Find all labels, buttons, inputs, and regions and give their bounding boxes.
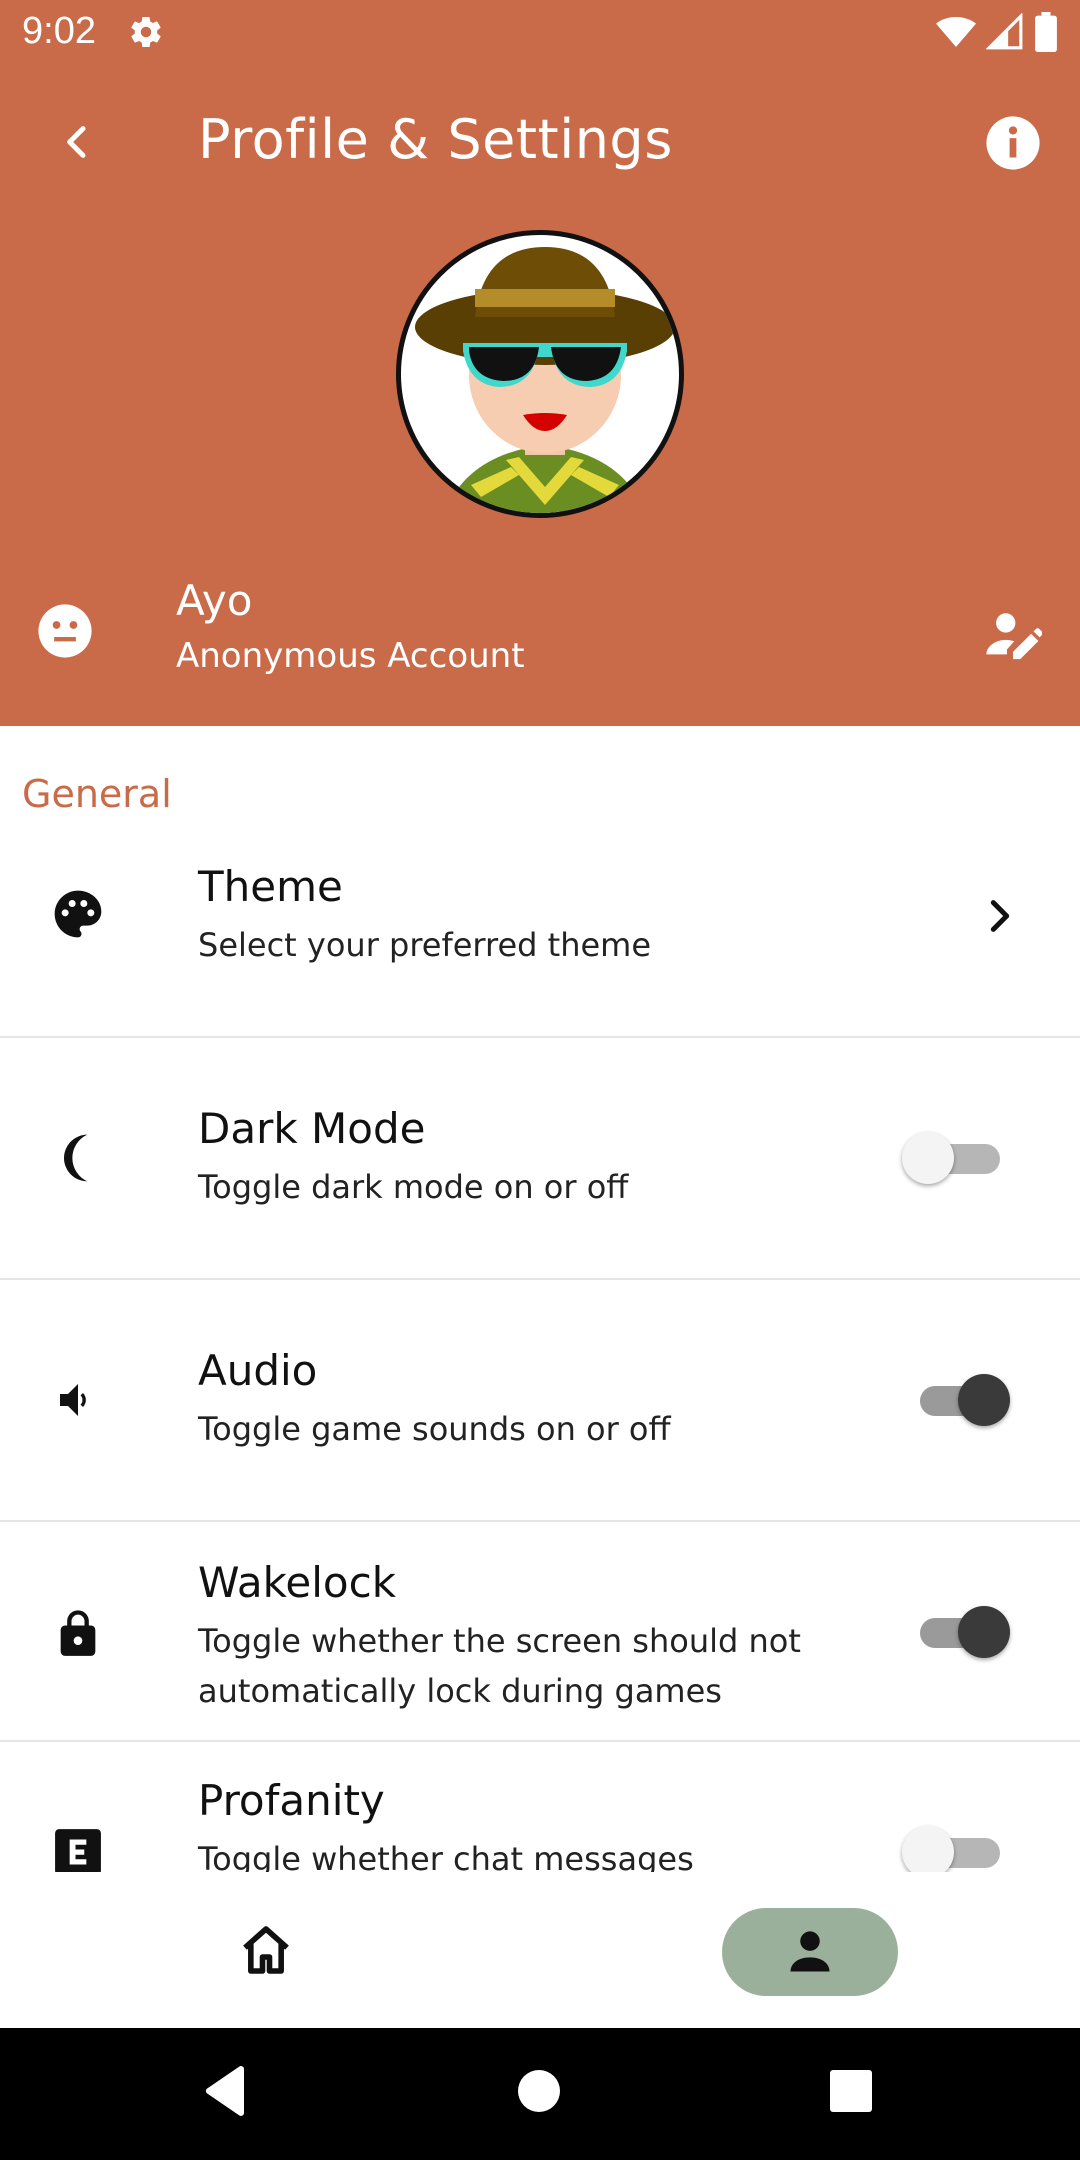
- moon-icon: [48, 1128, 108, 1188]
- back-button[interactable]: [48, 112, 108, 172]
- wakelock-toggle[interactable]: [910, 1606, 1010, 1658]
- system-recents-button[interactable]: [830, 2070, 872, 2112]
- bottom-navigation: [0, 1872, 1080, 2028]
- toggle-thumb: [958, 1606, 1010, 1658]
- system-back-button[interactable]: [204, 2066, 248, 2120]
- triangle-back-icon: [205, 2066, 244, 2116]
- status-time: 9:02: [22, 10, 96, 52]
- setting-description: Toggle whether the screen should not aut…: [198, 1622, 801, 1710]
- profile-header: Profile & Settings Ayo Anonymous Account: [0, 66, 1080, 726]
- account-type: Anonymous Account: [176, 636, 525, 676]
- setting-dark-mode[interactable]: Dark Mode Toggle dark mode on or off: [0, 1038, 1080, 1280]
- profile-info-row: Ayo Anonymous Account: [0, 566, 1080, 686]
- palette-icon: [48, 884, 108, 944]
- avatar-illustration: [415, 247, 675, 513]
- system-home-button[interactable]: [518, 2070, 560, 2112]
- face-icon: [36, 602, 94, 660]
- status-indicators: [936, 12, 1058, 56]
- setting-description: Toggle dark mode on or off: [198, 1168, 629, 1206]
- setting-title: Theme: [198, 862, 343, 911]
- lock-icon: [48, 1602, 108, 1662]
- nav-home-button[interactable]: [236, 1922, 306, 1982]
- signal-icon: [985, 12, 1024, 55]
- gear-icon: [128, 14, 164, 54]
- info-button[interactable]: [984, 114, 1042, 172]
- avatar[interactable]: [396, 230, 684, 518]
- toggle-thumb: [902, 1132, 954, 1184]
- audio-toggle[interactable]: [910, 1374, 1010, 1426]
- setting-description: Select your preferred theme: [198, 926, 652, 964]
- setting-wakelock[interactable]: Wakelock Toggle whether the screen shoul…: [0, 1522, 1080, 1742]
- setting-profanity[interactable]: Profanity Toggle whether chat messages: [0, 1742, 1080, 1872]
- setting-description: Toggle game sounds on or off: [198, 1410, 671, 1448]
- section-title-general: General: [22, 772, 172, 816]
- status-bar: 9:02: [0, 0, 1080, 66]
- system-navigation-bar: [0, 2028, 1080, 2160]
- setting-description: Toggle whether chat messages: [198, 1840, 694, 1872]
- setting-title: Profanity: [198, 1776, 385, 1825]
- setting-title: Audio: [198, 1346, 318, 1395]
- toggle-thumb: [902, 1826, 954, 1872]
- person-icon: [790, 1931, 830, 1972]
- nav-profile-button[interactable]: [722, 1908, 898, 1996]
- info-icon: [986, 116, 1040, 170]
- setting-title: Dark Mode: [198, 1104, 426, 1153]
- home-icon: [243, 1926, 289, 1974]
- battery-icon: [1034, 12, 1058, 56]
- profanity-toggle[interactable]: [902, 1826, 1000, 1872]
- chevron-right-icon: [980, 896, 1020, 936]
- toggle-thumb: [958, 1374, 1010, 1426]
- volume-icon: [48, 1370, 108, 1430]
- wifi-icon: [936, 14, 976, 54]
- setting-audio[interactable]: Audio Toggle game sounds on or off: [0, 1280, 1080, 1522]
- explicit-icon: [48, 1822, 108, 1872]
- page-title: Profile & Settings: [198, 108, 673, 171]
- setting-title: Wakelock: [198, 1558, 397, 1607]
- setting-theme[interactable]: Theme Select your preferred theme: [0, 826, 1080, 1038]
- user-name: Ayo: [176, 576, 253, 625]
- back-arrow-icon: [67, 126, 86, 158]
- dark-mode-toggle[interactable]: [902, 1132, 1000, 1184]
- edit-person-icon: [986, 613, 1043, 660]
- edit-profile-button[interactable]: [984, 606, 1043, 664]
